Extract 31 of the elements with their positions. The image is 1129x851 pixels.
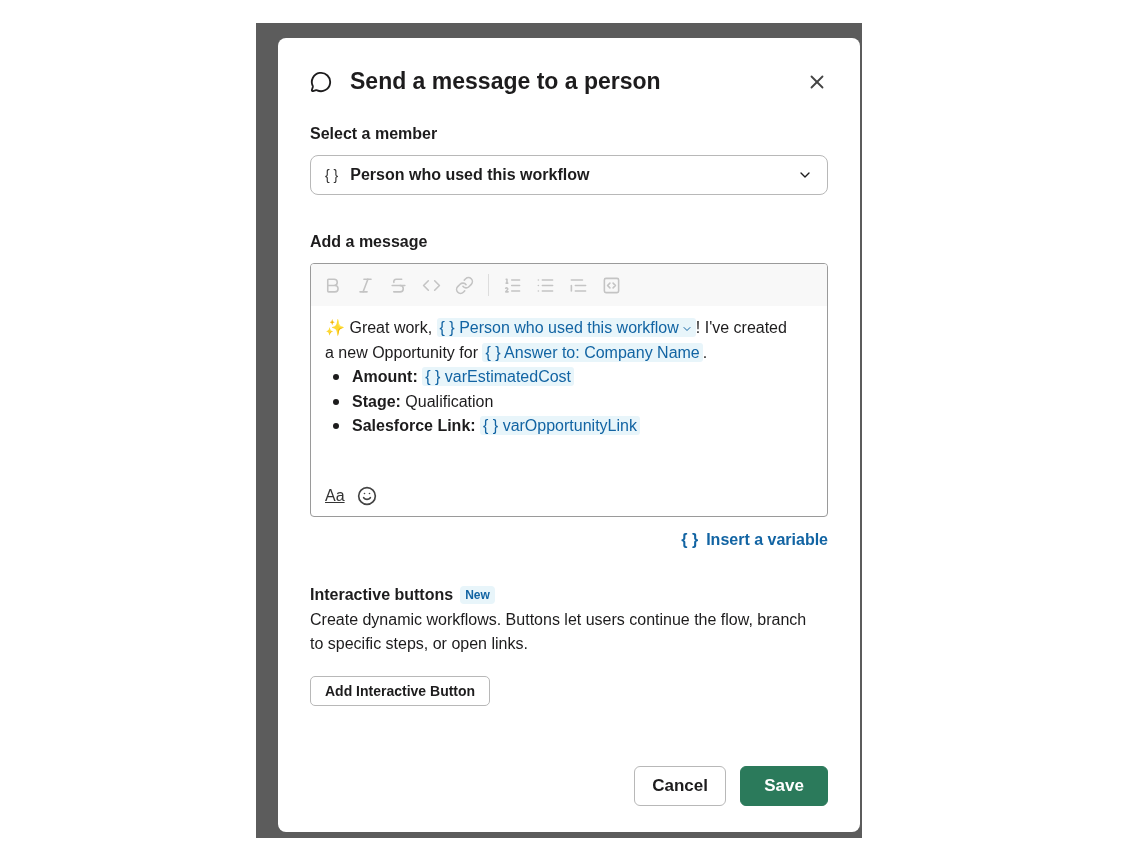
list-item: Amount: { } varEstimatedCost	[352, 365, 575, 390]
format-icon[interactable]	[503, 275, 522, 295]
add-interactive-button[interactable]: Add Interactive Button	[310, 676, 491, 706]
member-select[interactable]: { } Person who used this workflow	[310, 155, 828, 195]
insert-variable-link[interactable]: { } Insert a variable	[681, 531, 828, 549]
variable-token[interactable]: { } varOpportunityLink	[480, 416, 640, 435]
variable-token[interactable]: { } varEstimatedCost	[422, 367, 575, 386]
new-badge: New	[460, 586, 495, 604]
list-item: Stage: Qualification	[352, 391, 494, 412]
format-icon[interactable]	[389, 275, 408, 295]
emoji-button[interactable]	[356, 486, 377, 506]
format-icon[interactable]	[356, 275, 375, 295]
message-icon	[310, 70, 332, 93]
bullet-icon	[333, 423, 339, 430]
field-label: Add a message	[310, 233, 429, 251]
variable-token[interactable]: { } Answer to: Company Name	[482, 342, 703, 362]
message-editor[interactable]	[310, 263, 828, 517]
section-description: Create dynamic workflows. Buttons let users continue the flow, branch to specific steps, or open links.	[310, 610, 808, 654]
dialog-title: Send a message to a person	[350, 68, 662, 95]
section-heading: Interactive buttons	[310, 586, 454, 604]
save-button[interactable]: Save	[740, 766, 828, 806]
cancel-button[interactable]: Cancel	[634, 766, 726, 806]
message-text: ✨ Great work, { } Person who used this workflow ! I've created a new Opportunity for { } Answer to: Company Name .	[325, 317, 787, 364]
bullet-icon	[333, 374, 339, 381]
format-icon[interactable]	[602, 275, 621, 295]
variable-token[interactable]: { } Person who used this workflow	[436, 318, 696, 337]
bullet-icon	[333, 398, 339, 405]
list-item: Salesforce Link: { } varOpportunityLink	[352, 414, 640, 439]
text-format-button[interactable]: Aa	[325, 487, 345, 505]
format-icon[interactable]	[455, 275, 474, 295]
field-label: Select a member	[310, 125, 439, 143]
